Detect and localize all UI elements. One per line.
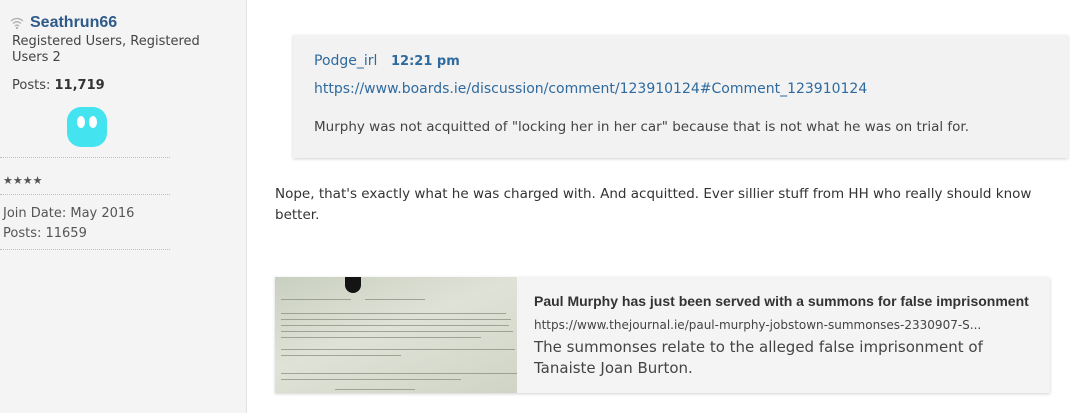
divider	[0, 249, 170, 250]
link-preview-title[interactable]: Paul Murphy has just been served with a …	[534, 293, 1029, 309]
link-preview-description: The summonses relate to the alleged fals…	[534, 338, 983, 377]
avatar[interactable]	[67, 107, 107, 147]
link-preview-card[interactable]: Paul Murphy has just been served with a …	[275, 277, 1050, 393]
avatar-eye-right	[89, 116, 97, 128]
link-preview-url[interactable]: https://www.thejournal.ie/paul-murphy-jo…	[534, 318, 981, 332]
join-date: Join Date: May 2016	[3, 206, 135, 221]
quoted-comment: Podge_irl 12:21 pm https://www.boards.ie…	[293, 35, 1068, 158]
posts-label: Posts:	[12, 78, 51, 93]
post-count: Posts: 11,719	[12, 78, 105, 93]
rank-stars: ★★★★	[3, 174, 43, 187]
user-row: Seathrun66	[10, 14, 117, 32]
divider	[0, 194, 170, 195]
link-preview-thumbnail[interactable]	[275, 277, 517, 393]
user-sidebar: Seathrun66 Registered Users, Registered …	[0, 0, 247, 413]
post-body: Nope, that's exactly what he was charged…	[275, 186, 1032, 223]
posts-total: Posts: 11659	[3, 226, 87, 241]
posts-count-value: 11,719	[54, 78, 105, 93]
thumbnail-dark-spot	[345, 277, 361, 293]
quote-source-link[interactable]: https://www.boards.ie/discussion/comment…	[314, 81, 867, 97]
username-link[interactable]: Seathrun66	[30, 14, 117, 32]
quote-text: Murphy was not acquitted of "locking her…	[314, 119, 970, 135]
quote-time[interactable]: 12:21 pm	[391, 54, 460, 69]
wifi-signal-icon	[10, 17, 24, 30]
user-roles: Registered Users, Registered Users 2	[12, 34, 200, 65]
divider	[0, 157, 170, 158]
quote-author-link[interactable]: Podge_irl	[314, 53, 377, 69]
avatar-eye-left	[77, 116, 85, 128]
